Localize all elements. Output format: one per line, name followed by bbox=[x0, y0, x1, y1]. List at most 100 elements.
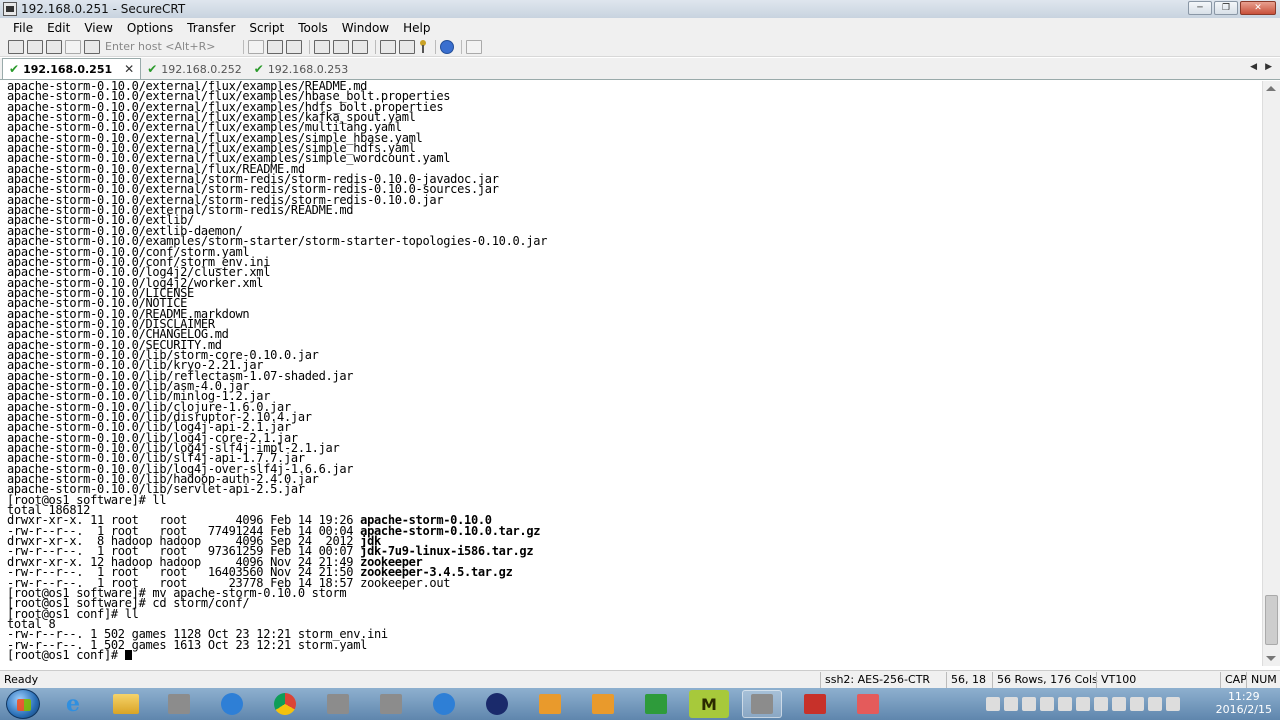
eclipse-icon[interactable] bbox=[477, 690, 517, 718]
close-button[interactable]: ✕ bbox=[1240, 1, 1276, 15]
tray-icon[interactable] bbox=[1058, 697, 1072, 711]
menu-options[interactable]: Options bbox=[120, 21, 180, 35]
tray-icon[interactable] bbox=[986, 697, 1000, 711]
tab-label: 192.168.0.251 bbox=[23, 62, 113, 76]
securecrt-taskbar-icon[interactable] bbox=[742, 690, 782, 718]
pdf-app-icon[interactable] bbox=[795, 690, 835, 718]
window-title: 192.168.0.251 - SecureCRT bbox=[21, 2, 186, 16]
project-app-icon[interactable] bbox=[636, 690, 676, 718]
session-tabs: ✔ 192.168.0.251 ✕ ✔ 192.168.0.252 ✔ 192.… bbox=[0, 58, 1280, 80]
tray-icon[interactable] bbox=[1112, 697, 1126, 711]
print-selection-icon[interactable] bbox=[333, 39, 349, 54]
tab-scroll-left-icon[interactable]: ◀ bbox=[1250, 62, 1257, 72]
connected-check-icon: ✔ bbox=[253, 62, 264, 76]
disconnect-icon[interactable] bbox=[84, 39, 100, 54]
status-caps: CAP bbox=[1220, 672, 1247, 688]
tray-icon[interactable] bbox=[1040, 697, 1054, 711]
listing-filename: apache-storm-0.10.0.tar.gz bbox=[360, 523, 541, 538]
toolbar-separator bbox=[375, 39, 376, 54]
menu-tools[interactable]: Tools bbox=[291, 21, 335, 35]
toolbar-separator bbox=[243, 39, 244, 54]
reconnect-icon[interactable] bbox=[65, 39, 81, 54]
file-explorer-icon[interactable] bbox=[106, 690, 146, 718]
menu-help[interactable]: Help bbox=[396, 21, 437, 35]
menu-transfer[interactable]: Transfer bbox=[180, 21, 242, 35]
tray-icon[interactable] bbox=[1076, 697, 1090, 711]
terminal-line: apache-storm-0.10.0/log4j2/worker.xml bbox=[7, 275, 264, 290]
shell-prompt: [root@os1 conf]# bbox=[7, 647, 125, 662]
terminal-app-icon[interactable] bbox=[318, 690, 358, 718]
quick-connect-icon[interactable] bbox=[27, 39, 43, 54]
menu-edit[interactable]: Edit bbox=[40, 21, 77, 35]
tray-icon[interactable] bbox=[1166, 697, 1180, 711]
toolbar bbox=[0, 37, 1280, 57]
tab-192-168-0-252[interactable]: ✔ 192.168.0.252 bbox=[141, 59, 248, 79]
toolbar-separator bbox=[435, 39, 436, 54]
terminal-output[interactable]: apache-storm-0.10.0/external/flux/exampl… bbox=[0, 81, 1262, 666]
tab-label: 192.168.0.252 bbox=[161, 62, 242, 76]
taskbar-clock[interactable]: 11:29 2016/2/15 bbox=[1216, 690, 1272, 716]
menu-window[interactable]: Window bbox=[335, 21, 396, 35]
status-bar: Ready ssh2: AES-256-CTR 56, 18 56 Rows, … bbox=[0, 670, 1280, 688]
global-options-icon[interactable] bbox=[399, 39, 415, 54]
title-bar: 192.168.0.251 - SecureCRT ─ ❐ ✕ bbox=[0, 0, 1280, 18]
internet-explorer-icon[interactable]: e bbox=[53, 690, 93, 718]
listing-filename: zookeeper.out bbox=[360, 575, 451, 590]
media-player-icon[interactable] bbox=[159, 690, 199, 718]
tray-icon[interactable] bbox=[1004, 697, 1018, 711]
scrollbar-thumb[interactable] bbox=[1265, 595, 1278, 645]
windows-taskbar: e M 11:29 2016/2/15 bbox=[0, 688, 1280, 720]
tab-192-168-0-251[interactable]: ✔ 192.168.0.251 ✕ bbox=[2, 58, 142, 79]
host-input[interactable] bbox=[105, 38, 233, 55]
keymap-icon[interactable] bbox=[466, 39, 482, 54]
window-controls: ─ ❐ ✕ bbox=[1188, 1, 1276, 15]
start-button[interactable] bbox=[6, 689, 40, 719]
printer-setup-icon[interactable] bbox=[352, 39, 368, 54]
tray-icon[interactable] bbox=[1094, 697, 1108, 711]
toolbox-app-icon[interactable] bbox=[371, 690, 411, 718]
mindmap-app-icon[interactable]: M bbox=[689, 690, 729, 718]
terminal-line: [root@os1 conf]# ll bbox=[7, 606, 139, 621]
find-icon[interactable] bbox=[286, 39, 302, 54]
close-tab-icon[interactable]: ✕ bbox=[124, 62, 134, 76]
terminal-line: [root@os1 software]# ll bbox=[7, 492, 167, 507]
help-icon[interactable] bbox=[440, 39, 454, 54]
connect-icon[interactable] bbox=[8, 39, 24, 54]
paste-icon[interactable] bbox=[267, 39, 283, 54]
terminal-line: apache-storm-0.10.0/lib/servlet-api-2.5.… bbox=[7, 482, 305, 497]
toolbar-separator bbox=[461, 39, 462, 54]
tab-192-168-0-253[interactable]: ✔ 192.168.0.253 bbox=[248, 59, 355, 79]
network-app-icon[interactable] bbox=[212, 690, 252, 718]
print-icon[interactable] bbox=[314, 39, 330, 54]
clock-time: 11:29 bbox=[1227, 690, 1260, 703]
status-size: 56 Rows, 176 Cols bbox=[992, 672, 1098, 688]
draw-app-icon[interactable] bbox=[848, 690, 888, 718]
notes-app-icon[interactable] bbox=[424, 690, 464, 718]
menu-bar: File Edit View Options Transfer Script T… bbox=[0, 18, 1280, 37]
tray-icon[interactable] bbox=[1022, 697, 1036, 711]
copy-icon[interactable] bbox=[248, 39, 264, 54]
status-num: NUM bbox=[1246, 672, 1277, 688]
terminal-scrollbar[interactable] bbox=[1262, 81, 1280, 666]
tray-icon[interactable] bbox=[1130, 697, 1144, 711]
status-text: Ready bbox=[4, 673, 39, 686]
outlook-app-icon[interactable] bbox=[583, 690, 623, 718]
maximize-button[interactable]: ❐ bbox=[1214, 1, 1238, 15]
tab-scroll-right-icon[interactable]: ▶ bbox=[1265, 62, 1272, 72]
game-app-icon[interactable] bbox=[530, 690, 570, 718]
chrome-icon[interactable] bbox=[265, 690, 305, 718]
session-options-icon[interactable] bbox=[380, 39, 396, 54]
menu-view[interactable]: View bbox=[77, 21, 119, 35]
scroll-up-icon[interactable] bbox=[1266, 86, 1276, 91]
connected-check-icon: ✔ bbox=[9, 62, 20, 76]
scroll-down-icon[interactable] bbox=[1266, 656, 1276, 661]
connect-in-tab-icon[interactable] bbox=[46, 39, 62, 54]
tray-icon[interactable] bbox=[1148, 697, 1162, 711]
terminal-line: apache-storm-0.10.0/external/storm-redis… bbox=[7, 203, 354, 218]
key-icon[interactable] bbox=[418, 39, 428, 54]
status-emulation: VT100 bbox=[1096, 672, 1136, 688]
securecrt-app-icon[interactable] bbox=[3, 2, 17, 16]
minimize-button[interactable]: ─ bbox=[1188, 1, 1212, 15]
menu-file[interactable]: File bbox=[6, 21, 40, 35]
menu-script[interactable]: Script bbox=[242, 21, 291, 35]
